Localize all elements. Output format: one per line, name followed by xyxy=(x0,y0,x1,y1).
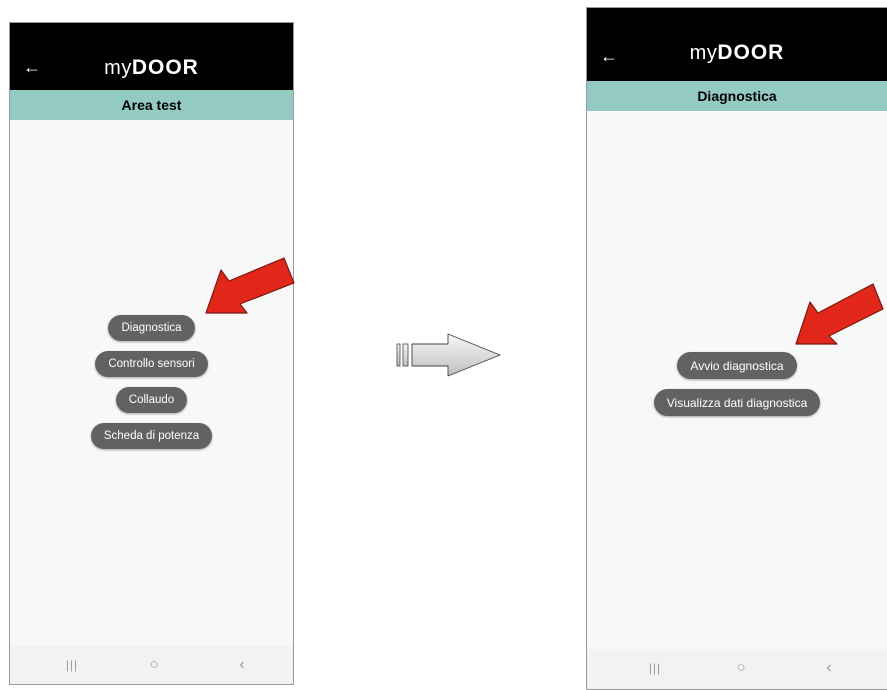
recents-icon[interactable]: ||| xyxy=(635,649,675,687)
logo-brand: DOOR xyxy=(717,41,785,64)
collaudo-button[interactable]: Collaudo xyxy=(115,387,188,413)
home-icon[interactable]: ○ xyxy=(134,646,174,684)
nav-back-icon[interactable]: ‹ xyxy=(809,649,849,687)
controllo-sensori-button[interactable]: Controllo sensori xyxy=(95,351,208,377)
app-logo: myDOOR xyxy=(10,56,293,80)
diagnostica-menu: Avvio diagnostica Visualizza dati diagno… xyxy=(587,352,887,416)
transition-arrow-icon xyxy=(396,333,501,377)
system-nav-bar: ||| ○ ‹ xyxy=(587,649,887,689)
avvio-diagnostica-button[interactable]: Avvio diagnostica xyxy=(677,352,797,379)
phone-screen-diagnostica: ← myDOOR Diagnostica Avvio diagnostica V… xyxy=(586,7,887,690)
nav-back-icon[interactable]: ‹ xyxy=(222,646,262,684)
diagnostica-button[interactable]: Diagnostica xyxy=(108,315,195,341)
test-menu: Diagnostica Controllo sensori Collaudo S… xyxy=(10,315,293,449)
app-bar: ← myDOOR xyxy=(10,23,293,90)
recents-icon[interactable]: ||| xyxy=(52,646,92,684)
app-bar: ← myDOOR xyxy=(587,8,887,81)
logo-prefix: my xyxy=(104,57,132,79)
system-nav-bar: ||| ○ ‹ xyxy=(10,646,293,684)
section-title: Area test xyxy=(10,90,293,120)
home-icon[interactable]: ○ xyxy=(721,649,761,687)
phone-screen-area-test: ← myDOOR Area test Diagnostica Controllo… xyxy=(9,22,294,685)
scheda-di-potenza-button[interactable]: Scheda di potenza xyxy=(90,423,213,449)
visualizza-dati-diagnostica-button[interactable]: Visualizza dati diagnostica xyxy=(653,389,821,416)
app-logo: myDOOR xyxy=(587,41,887,65)
section-title: Diagnostica xyxy=(587,81,887,111)
logo-brand: DOOR xyxy=(131,56,199,79)
logo-prefix: my xyxy=(689,42,718,64)
